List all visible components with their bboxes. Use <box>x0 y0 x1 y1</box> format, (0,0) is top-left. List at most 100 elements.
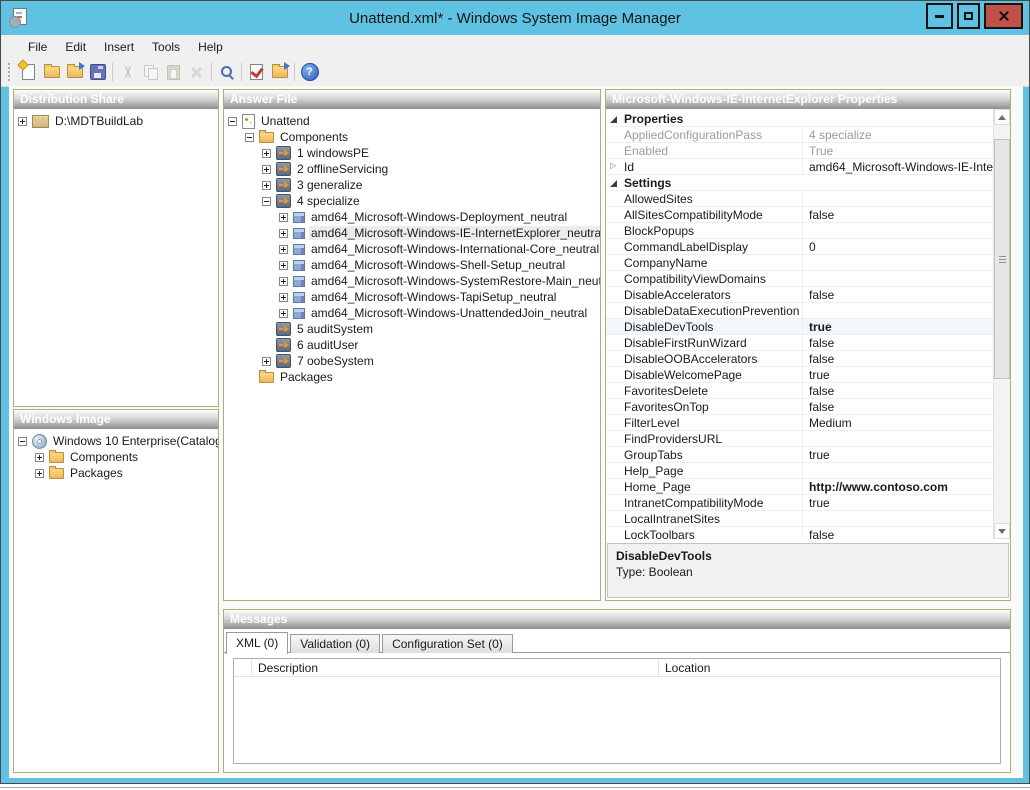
property-value[interactable]: false <box>803 352 994 366</box>
menu-help[interactable]: Help <box>189 37 232 57</box>
property-row-disablewelcomepage[interactable]: DisableWelcomePagetrue <box>606 367 994 383</box>
property-row-favoritesontop[interactable]: FavoritesOnTopfalse <box>606 399 994 415</box>
property-value[interactable]: false <box>803 400 994 414</box>
help-button[interactable] <box>298 61 321 83</box>
scroll-down-button[interactable] <box>994 523 1010 539</box>
collapse-icon[interactable] <box>18 437 27 446</box>
property-value[interactable]: true <box>803 368 994 382</box>
tree-item-audituser[interactable]: 6 auditUser <box>224 337 600 353</box>
property-value[interactable]: false <box>803 528 994 540</box>
tree-item-unattendedjoin[interactable]: amd64_Microsoft-Windows-UnattendedJoin_n… <box>224 305 600 321</box>
property-row-localintranetsites[interactable]: LocalIntranetSites <box>606 511 994 527</box>
property-row-id[interactable]: Idamd64_Microsoft-Windows-IE-InternetEx <box>606 159 994 175</box>
tab-xml[interactable]: XML (0) <box>226 632 288 654</box>
property-value[interactable]: http://www.contoso.com <box>803 480 994 494</box>
property-value[interactable]: true <box>803 448 994 462</box>
property-row-allowedsites[interactable]: AllowedSites <box>606 191 994 207</box>
expand-icon[interactable] <box>262 181 271 190</box>
property-value[interactable]: true <box>803 496 994 510</box>
expand-icon[interactable] <box>262 165 271 174</box>
expand-icon[interactable] <box>35 469 44 478</box>
validate-button[interactable] <box>245 61 268 83</box>
property-row-compatibilityviewdomains[interactable]: CompatibilityViewDomains <box>606 271 994 287</box>
expand-icon[interactable] <box>35 453 44 462</box>
find-button[interactable] <box>215 61 238 83</box>
property-row-disabledevtools[interactable]: DisableDevToolstrue <box>606 319 994 335</box>
expand-icon[interactable] <box>262 149 271 158</box>
property-row-disabledataexecutionprevention[interactable]: DisableDataExecutionPrevention <box>606 303 994 319</box>
copy-button[interactable] <box>139 61 162 83</box>
expand-icon[interactable] <box>606 159 621 174</box>
property-row-grouptabs[interactable]: GroupTabstrue <box>606 447 994 463</box>
property-row-help-page[interactable]: Help_Page <box>606 463 994 479</box>
create-configuration-set-button[interactable] <box>268 61 291 83</box>
tree-item-windowspe[interactable]: 1 windowsPE <box>224 145 600 161</box>
property-row-locktoolbars[interactable]: LockToolbarsfalse <box>606 527 994 539</box>
property-row-home-page[interactable]: Home_Pagehttp://www.contoso.com <box>606 479 994 495</box>
tree-item-components[interactable]: Components <box>224 129 600 145</box>
expand-icon[interactable] <box>262 357 271 366</box>
expand-icon[interactable] <box>279 229 288 238</box>
delete-button[interactable] <box>185 61 208 83</box>
collapse-icon[interactable] <box>606 175 621 190</box>
tree-item-windows10[interactable]: Windows 10 Enterprise(Catalog) <box>14 433 218 449</box>
tree-item-systemrestore-main[interactable]: amd64_Microsoft-Windows-SystemRestore-Ma… <box>224 273 600 289</box>
property-row-disableaccelerators[interactable]: DisableAcceleratorsfalse <box>606 287 994 303</box>
maximize-button[interactable] <box>957 3 980 29</box>
minimize-button[interactable] <box>926 3 953 29</box>
menu-edit[interactable]: Edit <box>56 37 95 57</box>
location-column-header[interactable]: Location <box>659 659 1000 676</box>
property-row-disablefirstrunwizard[interactable]: DisableFirstRunWizardfalse <box>606 335 994 351</box>
icon-column-header[interactable] <box>234 659 252 676</box>
tree-item-shell-setup[interactable]: amd64_Microsoft-Windows-Shell-Setup_neut… <box>224 257 600 273</box>
collapse-icon[interactable] <box>606 111 621 126</box>
cut-button[interactable] <box>116 61 139 83</box>
toolbar-grip[interactable] <box>8 63 13 81</box>
property-value[interactable]: false <box>803 384 994 398</box>
expand-icon[interactable] <box>279 277 288 286</box>
tree-item-packages[interactable]: Packages <box>224 369 600 385</box>
tree-item-auditsystem[interactable]: 5 auditSystem <box>224 321 600 337</box>
tree-item-oobesystem[interactable]: 7 oobeSystem <box>224 353 600 369</box>
tree-item-components[interactable]: Components <box>14 449 218 465</box>
save-button[interactable] <box>86 61 109 83</box>
close-button[interactable] <box>984 3 1023 29</box>
property-row-companyname[interactable]: CompanyName <box>606 255 994 271</box>
category-row-properties[interactable]: Properties <box>606 111 994 127</box>
collapse-icon[interactable] <box>245 133 254 142</box>
property-value[interactable]: Medium <box>803 416 994 430</box>
property-row-intranetcompatibilitymode[interactable]: IntranetCompatibilityModetrue <box>606 495 994 511</box>
expand-icon[interactable] <box>279 245 288 254</box>
new-answer-file-button[interactable] <box>17 61 40 83</box>
tree-item-mdtbuildlab[interactable]: D:\MDTBuildLab <box>14 113 218 129</box>
property-row-commandlabeldisplay[interactable]: CommandLabelDisplay0 <box>606 239 994 255</box>
tree-item-deployment[interactable]: amd64_Microsoft-Windows-Deployment_neutr… <box>224 209 600 225</box>
tree-item-tapisetup[interactable]: amd64_Microsoft-Windows-TapiSetup_neutra… <box>224 289 600 305</box>
scroll-up-button[interactable] <box>994 109 1010 125</box>
property-row-findprovidersurl[interactable]: FindProvidersURL <box>606 431 994 447</box>
expand-icon[interactable] <box>279 309 288 318</box>
property-row-allsitescompatibilitymode[interactable]: AllSitesCompatibilityModefalse <box>606 207 994 223</box>
tree-item-unattend[interactable]: Unattend <box>224 113 600 129</box>
paste-button[interactable] <box>162 61 185 83</box>
property-row-filterlevel[interactable]: FilterLevelMedium <box>606 415 994 431</box>
property-value[interactable]: true <box>803 320 994 334</box>
app-icon[interactable] <box>9 8 27 28</box>
property-row-blockpopups[interactable]: BlockPopups <box>606 223 994 239</box>
expand-icon[interactable] <box>279 213 288 222</box>
property-value[interactable]: 0 <box>803 240 994 254</box>
tab-configuration-set[interactable]: Configuration Set (0) <box>382 634 513 653</box>
property-row-enabled[interactable]: EnabledTrue <box>606 143 994 159</box>
tree-item-ie-internetexplorer[interactable]: amd64_Microsoft-Windows-IE-InternetExplo… <box>224 225 600 241</box>
property-row-disableoobaccelerators[interactable]: DisableOOBAcceleratorsfalse <box>606 351 994 367</box>
category-row-settings[interactable]: Settings <box>606 175 994 191</box>
tree-item-packages[interactable]: Packages <box>14 465 218 481</box>
property-value[interactable]: false <box>803 208 994 222</box>
description-column-header[interactable]: Description <box>252 659 659 676</box>
expand-icon[interactable] <box>18 117 27 126</box>
tree-item-international-core[interactable]: amd64_Microsoft-Windows-International-Co… <box>224 241 600 257</box>
collapse-icon[interactable] <box>262 197 271 206</box>
expand-icon[interactable] <box>279 261 288 270</box>
menu-insert[interactable]: Insert <box>95 37 143 57</box>
tab-validation[interactable]: Validation (0) <box>290 634 380 653</box>
